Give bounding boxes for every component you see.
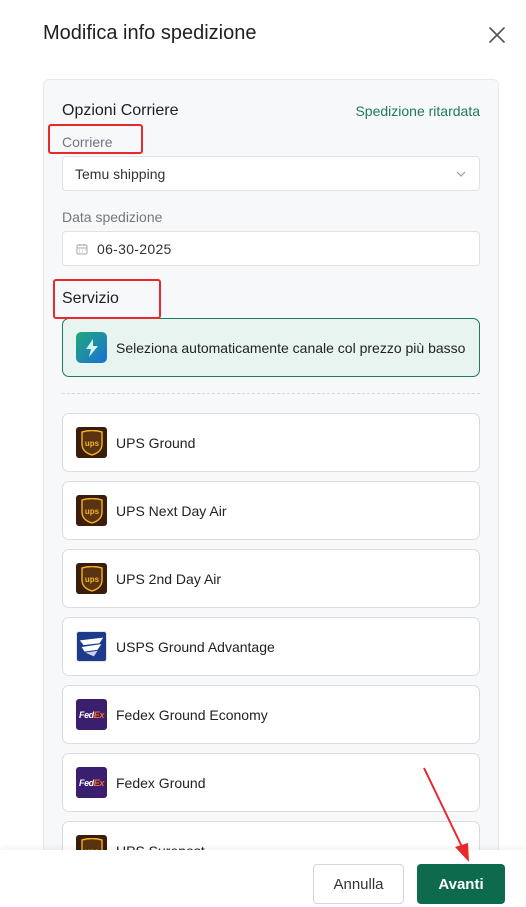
service-title: Servizio xyxy=(62,290,119,307)
auto-select-cheapest-option[interactable]: Seleziona automaticamente canale col pre… xyxy=(62,318,480,377)
ups-logo: ups xyxy=(76,563,107,594)
service-option-label: Fedex Ground xyxy=(116,774,206,791)
dialog-title: Modifica info spedizione xyxy=(43,22,257,44)
cancel-button[interactable]: Annulla xyxy=(313,864,404,904)
ship-date-label: Data spedizione xyxy=(62,209,163,225)
fedex-logo: Fed Ex xyxy=(76,699,107,730)
service-option[interactable]: USPS Ground Advantage xyxy=(62,617,480,676)
carrier-options-title: Opzioni Corriere xyxy=(62,102,179,119)
next-button[interactable]: Avanti xyxy=(417,864,505,904)
usps-logo xyxy=(76,631,107,662)
service-option[interactable]: Fed Ex Fedex Ground Economy xyxy=(62,685,480,744)
shipping-form-panel: Opzioni Corriere Spedizione ritardata Co… xyxy=(43,79,499,879)
delayed-shipping-link[interactable]: Spedizione ritardata xyxy=(355,103,480,119)
svg-text:ups: ups xyxy=(84,439,99,448)
service-option[interactable]: ups UPS Ground xyxy=(62,413,480,472)
carrier-value: Temu shipping xyxy=(75,165,166,182)
divider xyxy=(62,393,480,394)
dialog-footer: Annulla Avanti xyxy=(0,850,526,907)
carrier-select[interactable]: Temu shipping xyxy=(62,156,480,191)
ship-date-value: 06-30-2025 xyxy=(97,240,172,257)
service-option-label: USPS Ground Advantage xyxy=(116,638,275,655)
svg-text:ups: ups xyxy=(84,507,99,516)
svg-text:ups: ups xyxy=(84,575,99,584)
fedex-logo: Fed Ex xyxy=(76,767,107,798)
service-option-label: UPS 2nd Day Air xyxy=(116,570,222,587)
service-option[interactable]: Fed Ex Fedex Ground xyxy=(62,753,480,812)
dialog-header: Modifica info spedizione xyxy=(0,0,526,72)
auto-option-label: Seleziona automaticamente canale col pre… xyxy=(116,339,466,356)
chevron-down-icon xyxy=(456,171,466,177)
service-option-label: UPS Ground xyxy=(116,434,196,451)
service-option[interactable]: ups UPS 2nd Day Air xyxy=(62,549,480,608)
close-icon[interactable] xyxy=(486,24,508,46)
service-option-label: UPS Next Day Air xyxy=(116,502,227,519)
ups-logo: ups xyxy=(76,427,107,458)
ups-logo: ups xyxy=(76,495,107,526)
ship-date-field[interactable]: 06-30-2025 xyxy=(62,231,480,266)
calendar-icon xyxy=(76,243,88,254)
service-option[interactable]: ups UPS Next Day Air xyxy=(62,481,480,540)
carrier-label: Corriere xyxy=(62,134,113,150)
service-option-label: Fedex Ground Economy xyxy=(116,706,268,723)
lightning-icon xyxy=(76,332,107,363)
